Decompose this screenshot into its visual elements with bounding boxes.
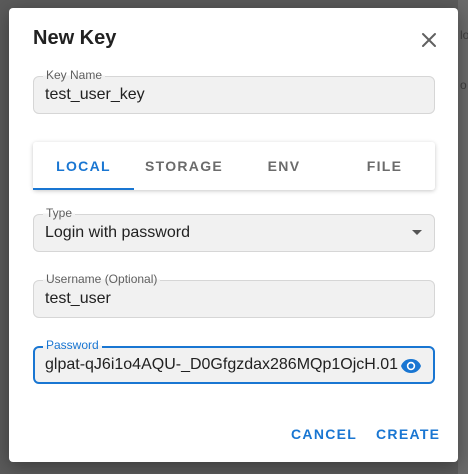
tab-storage[interactable]: STORAGE [134,142,234,190]
key-name-field[interactable]: Key Name test_user_key [33,68,435,114]
username-value[interactable]: test_user [45,290,111,308]
tab-file[interactable]: FILE [334,142,435,190]
type-value: Login with password [45,224,190,241]
tab-env[interactable]: ENV [234,142,334,190]
background-page-sliver: lo o [458,0,468,474]
dropdown-arrow-icon[interactable] [412,230,422,235]
close-icon[interactable] [417,28,441,52]
create-button[interactable]: CREATE [376,426,440,442]
dialog-title: New Key [33,27,117,49]
key-source-tabs: LOCAL STORAGE ENV FILE [33,142,435,190]
username-label: Username (Optional) [43,272,161,286]
type-select[interactable]: Type Login with password [33,206,435,252]
key-name-value[interactable]: test_user_key [45,86,145,104]
tab-local[interactable]: LOCAL [33,142,134,190]
key-name-label: Key Name [43,68,106,82]
username-field[interactable]: Username (Optional) test_user [33,272,435,318]
type-label: Type [43,206,76,220]
cancel-button[interactable]: CANCEL [291,426,357,442]
background-text-fragment: lo [460,28,468,42]
password-value[interactable]: glpat-qJ6i1o4AQU-_D0Gfgzdax286MQp1OjcH.0… [45,356,399,374]
password-field[interactable]: Password glpat-qJ6i1o4AQU-_D0Gfgzdax286M… [33,338,435,384]
background-text-fragment: o [460,78,467,92]
new-key-dialog: New Key Key Name test_user_key LOCAL STO… [9,8,458,462]
eye-icon[interactable] [399,354,423,378]
password-label: Password [43,338,102,352]
